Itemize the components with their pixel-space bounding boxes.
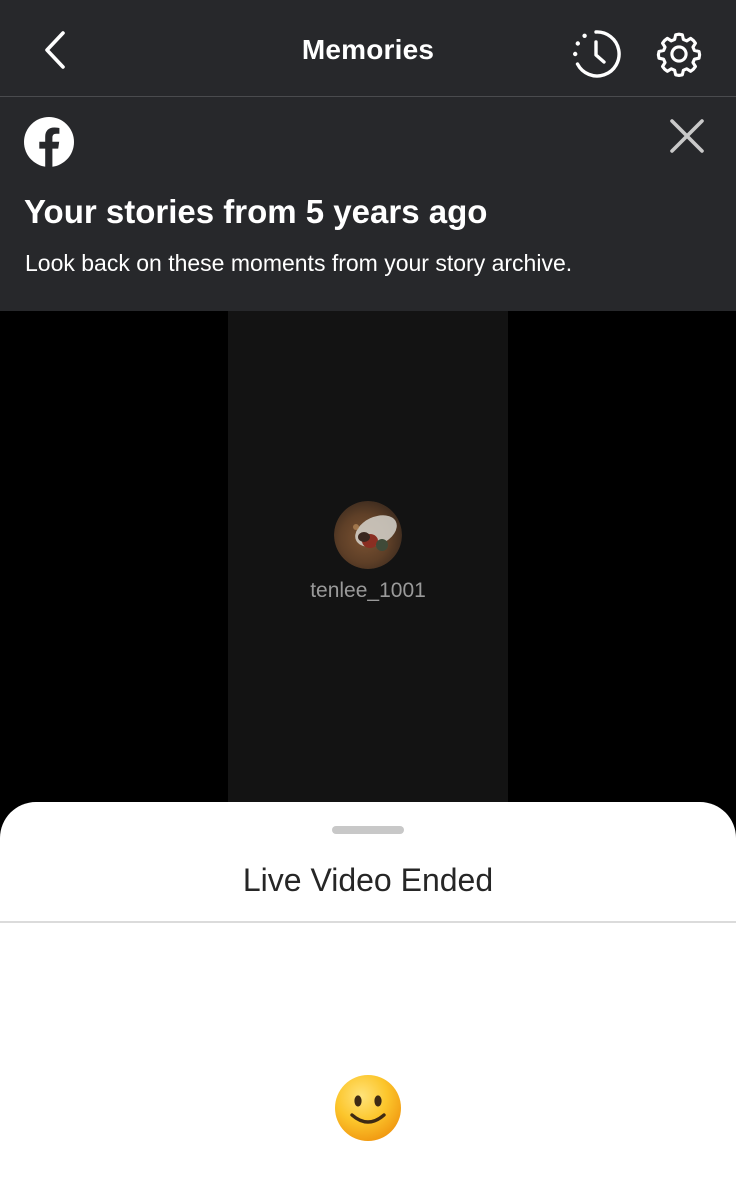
page-title: Memories [301, 34, 435, 65]
story-card[interactable]: tenlee_1001 [228, 311, 508, 811]
back-button[interactable] [28, 22, 84, 78]
close-icon [670, 119, 704, 153]
top-navigation-bar: Memories [0, 0, 736, 97]
chevron-left-icon [45, 31, 65, 69]
sheet-divider [0, 921, 736, 923]
banner-title: Your stories from 5 years ago [24, 193, 488, 230]
story-username[interactable]: tenlee_1001 [228, 579, 508, 603]
profile-avatar[interactable] [334, 501, 402, 569]
facebook-logo-icon [24, 117, 74, 167]
history-button[interactable] [568, 26, 624, 82]
close-banner-button[interactable] [660, 109, 714, 163]
live-video-ended-sheet: Live Video Ended [0, 802, 736, 1200]
sheet-title: Live Video Ended [242, 862, 494, 898]
banner-subtitle: Look back on these moments from your sto… [25, 250, 573, 276]
smiling-face-emoji-icon [335, 1075, 401, 1141]
memories-screen: Memories Your stories from 5 years ago L… [0, 0, 736, 1200]
story-preview-area: tenlee_1001 [0, 311, 736, 811]
history-clock-icon [573, 30, 621, 78]
settings-button[interactable] [651, 26, 707, 82]
gear-icon [656, 32, 702, 78]
memories-banner: Your stories from 5 years ago Look back … [0, 97, 736, 311]
sheet-grab-handle[interactable] [332, 826, 404, 834]
